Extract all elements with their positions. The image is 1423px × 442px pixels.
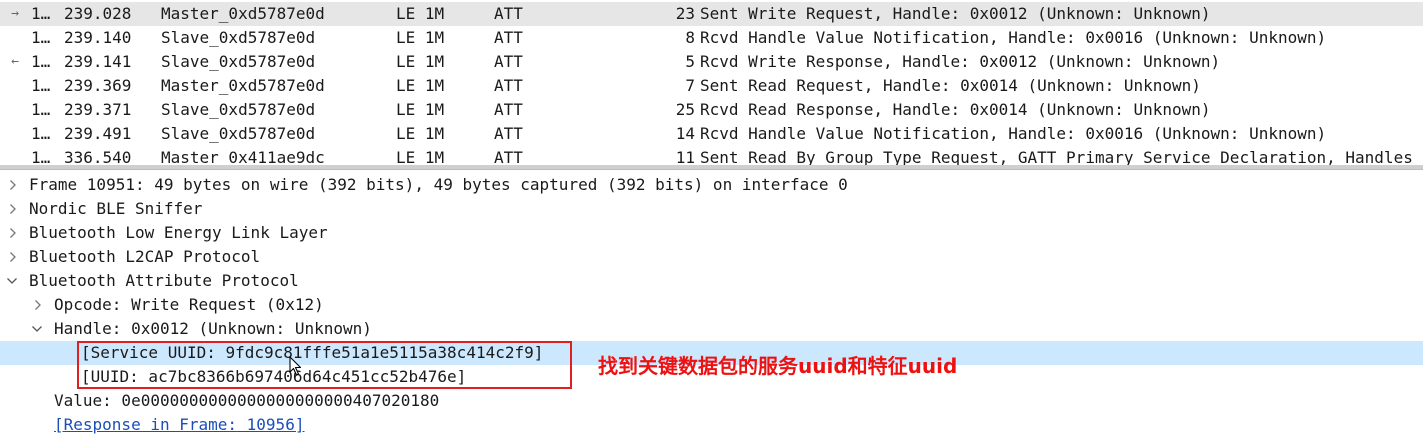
packet-number: 1… [31, 52, 51, 71]
packet-number: 1… [31, 28, 51, 47]
packet-source: Master_0x411ae9dc [161, 148, 325, 165]
packet-source: Slave_0xd5787e0d [161, 28, 316, 47]
packet-source: Slave_0xd5787e0d [161, 52, 316, 71]
packet-time: 239.371 [64, 100, 132, 119]
annotation-text: 找到关键数据包的服务uuid和特征uuid [598, 354, 958, 378]
packet-phy: LE 1M [396, 28, 445, 47]
packet-row[interactable]: 1… 239.140 Slave_0xd5787e0d LE 1M ATT 8 … [0, 26, 1423, 50]
packet-source: Master_0xd5787e0d [161, 4, 325, 23]
tree-item-label: Value: 0e0000000000000000000000407020180 [54, 391, 440, 410]
packet-phy: LE 1M [396, 76, 445, 95]
packet-info: Rcvd Write Response, Handle: 0x0012 (Unk… [700, 52, 1221, 71]
chevron-right-icon[interactable] [31, 293, 45, 317]
packet-protocol: ATT [494, 148, 523, 165]
packet-number: 1… [31, 124, 51, 143]
packet-phy: LE 1M [396, 52, 445, 71]
packet-length: 11 [675, 148, 695, 165]
mouse-cursor-icon [289, 356, 303, 376]
packet-protocol: ATT [494, 28, 523, 47]
packet-protocol: ATT [494, 4, 523, 23]
tree-item-link-layer[interactable]: Bluetooth Low Energy Link Layer [0, 221, 1423, 245]
packet-time: 239.140 [64, 28, 132, 47]
packet-time: 239.369 [64, 76, 132, 95]
chevron-right-icon[interactable] [6, 173, 20, 197]
chevron-right-icon[interactable] [6, 245, 20, 269]
tree-item-value[interactable]: Value: 0e0000000000000000000000407020180 [0, 389, 1423, 413]
packet-time: 239.028 [64, 4, 132, 23]
packet-time: 239.491 [64, 124, 132, 143]
response-frame-link[interactable]: [Response in Frame: 10956] [54, 413, 304, 437]
tree-item-response[interactable]: [Response in Frame: 10956] [0, 413, 1423, 437]
packet-row[interactable]: 1… 239.491 Slave_0xd5787e0d LE 1M ATT 14… [0, 122, 1423, 146]
packet-length: 5 [685, 52, 695, 71]
packet-phy: LE 1M [396, 148, 445, 165]
packet-length: 25 [675, 100, 695, 119]
packet-number: 1… [31, 76, 51, 95]
packet-protocol: ATT [494, 124, 523, 143]
packet-length: 23 [675, 4, 695, 23]
chevron-down-icon[interactable] [5, 269, 19, 293]
packet-protocol: ATT [494, 52, 523, 71]
annotation-box [77, 341, 572, 389]
packet-protocol: ATT [494, 76, 523, 95]
packet-length: 14 [675, 124, 695, 143]
tree-item-label: Nordic BLE Sniffer [29, 199, 203, 218]
packet-phy: LE 1M [396, 4, 445, 23]
request-arrow-icon: → [11, 6, 19, 21]
packet-number: 1… [31, 4, 51, 23]
tree-item-opcode[interactable]: Opcode: Write Request (0x12) [0, 293, 1423, 317]
packet-number: 1… [31, 100, 51, 119]
tree-item-label: Bluetooth Attribute Protocol [29, 271, 299, 290]
packet-row[interactable]: → 1… 239.028 Master_0xd5787e0d LE 1M ATT… [0, 2, 1423, 26]
tree-item-att[interactable]: Bluetooth Attribute Protocol [0, 269, 1423, 293]
packet-phy: LE 1M [396, 124, 445, 143]
packet-number: 1… [31, 148, 51, 165]
packet-length: 8 [685, 28, 695, 47]
chevron-right-icon[interactable] [6, 197, 20, 221]
packet-protocol: ATT [494, 100, 523, 119]
packet-row[interactable]: 1… 336.540 Master_0x411ae9dc LE 1M ATT 1… [0, 146, 1423, 165]
packet-info: Rcvd Handle Value Notification, Handle: … [700, 124, 1327, 143]
tree-item-handle[interactable]: Handle: 0x0012 (Unknown: Unknown) [0, 317, 1423, 341]
packet-source: Master_0xd5787e0d [161, 76, 325, 95]
tree-item-label: Bluetooth Low Energy Link Layer [29, 223, 328, 242]
packet-info: Rcvd Handle Value Notification, Handle: … [700, 28, 1327, 47]
packet-row[interactable]: 1… 239.369 Master_0xd5787e0d LE 1M ATT 7… [0, 74, 1423, 98]
tree-item-l2cap[interactable]: Bluetooth L2CAP Protocol [0, 245, 1423, 269]
response-arrow-icon: ← [11, 54, 19, 69]
tree-item-label: Bluetooth L2CAP Protocol [29, 247, 261, 266]
packet-details-pane: Frame 10951: 49 bytes on wire (392 bits)… [0, 170, 1423, 442]
tree-item-label: Handle: 0x0012 (Unknown: Unknown) [54, 319, 372, 338]
packet-list: → 1… 239.028 Master_0xd5787e0d LE 1M ATT… [0, 0, 1423, 165]
tree-item-sniffer[interactable]: Nordic BLE Sniffer [0, 197, 1423, 221]
packet-phy: LE 1M [396, 100, 445, 119]
tree-item-label: Frame 10951: 49 bytes on wire (392 bits)… [29, 175, 848, 194]
packet-time: 239.141 [64, 52, 132, 71]
packet-info: Sent Read By Group Type Request, GATT Pr… [700, 148, 1413, 165]
packet-length: 7 [685, 76, 695, 95]
packet-source: Slave_0xd5787e0d [161, 124, 316, 143]
packet-source: Slave_0xd5787e0d [161, 100, 316, 119]
tree-item-label: Opcode: Write Request (0x12) [54, 295, 324, 314]
tree-item-frame[interactable]: Frame 10951: 49 bytes on wire (392 bits)… [0, 173, 1423, 197]
packet-info: Sent Write Request, Handle: 0x0012 (Unkn… [700, 4, 1211, 23]
chevron-right-icon[interactable] [6, 221, 20, 245]
packet-row[interactable]: ← 1… 239.141 Slave_0xd5787e0d LE 1M ATT … [0, 50, 1423, 74]
chevron-down-icon[interactable] [30, 317, 44, 341]
packet-info: Sent Read Request, Handle: 0x0014 (Unkno… [700, 76, 1201, 95]
packet-time: 336.540 [64, 148, 132, 165]
packet-row[interactable]: 1… 239.371 Slave_0xd5787e0d LE 1M ATT 25… [0, 98, 1423, 122]
packet-info: Rcvd Read Response, Handle: 0x0014 (Unkn… [700, 100, 1211, 119]
